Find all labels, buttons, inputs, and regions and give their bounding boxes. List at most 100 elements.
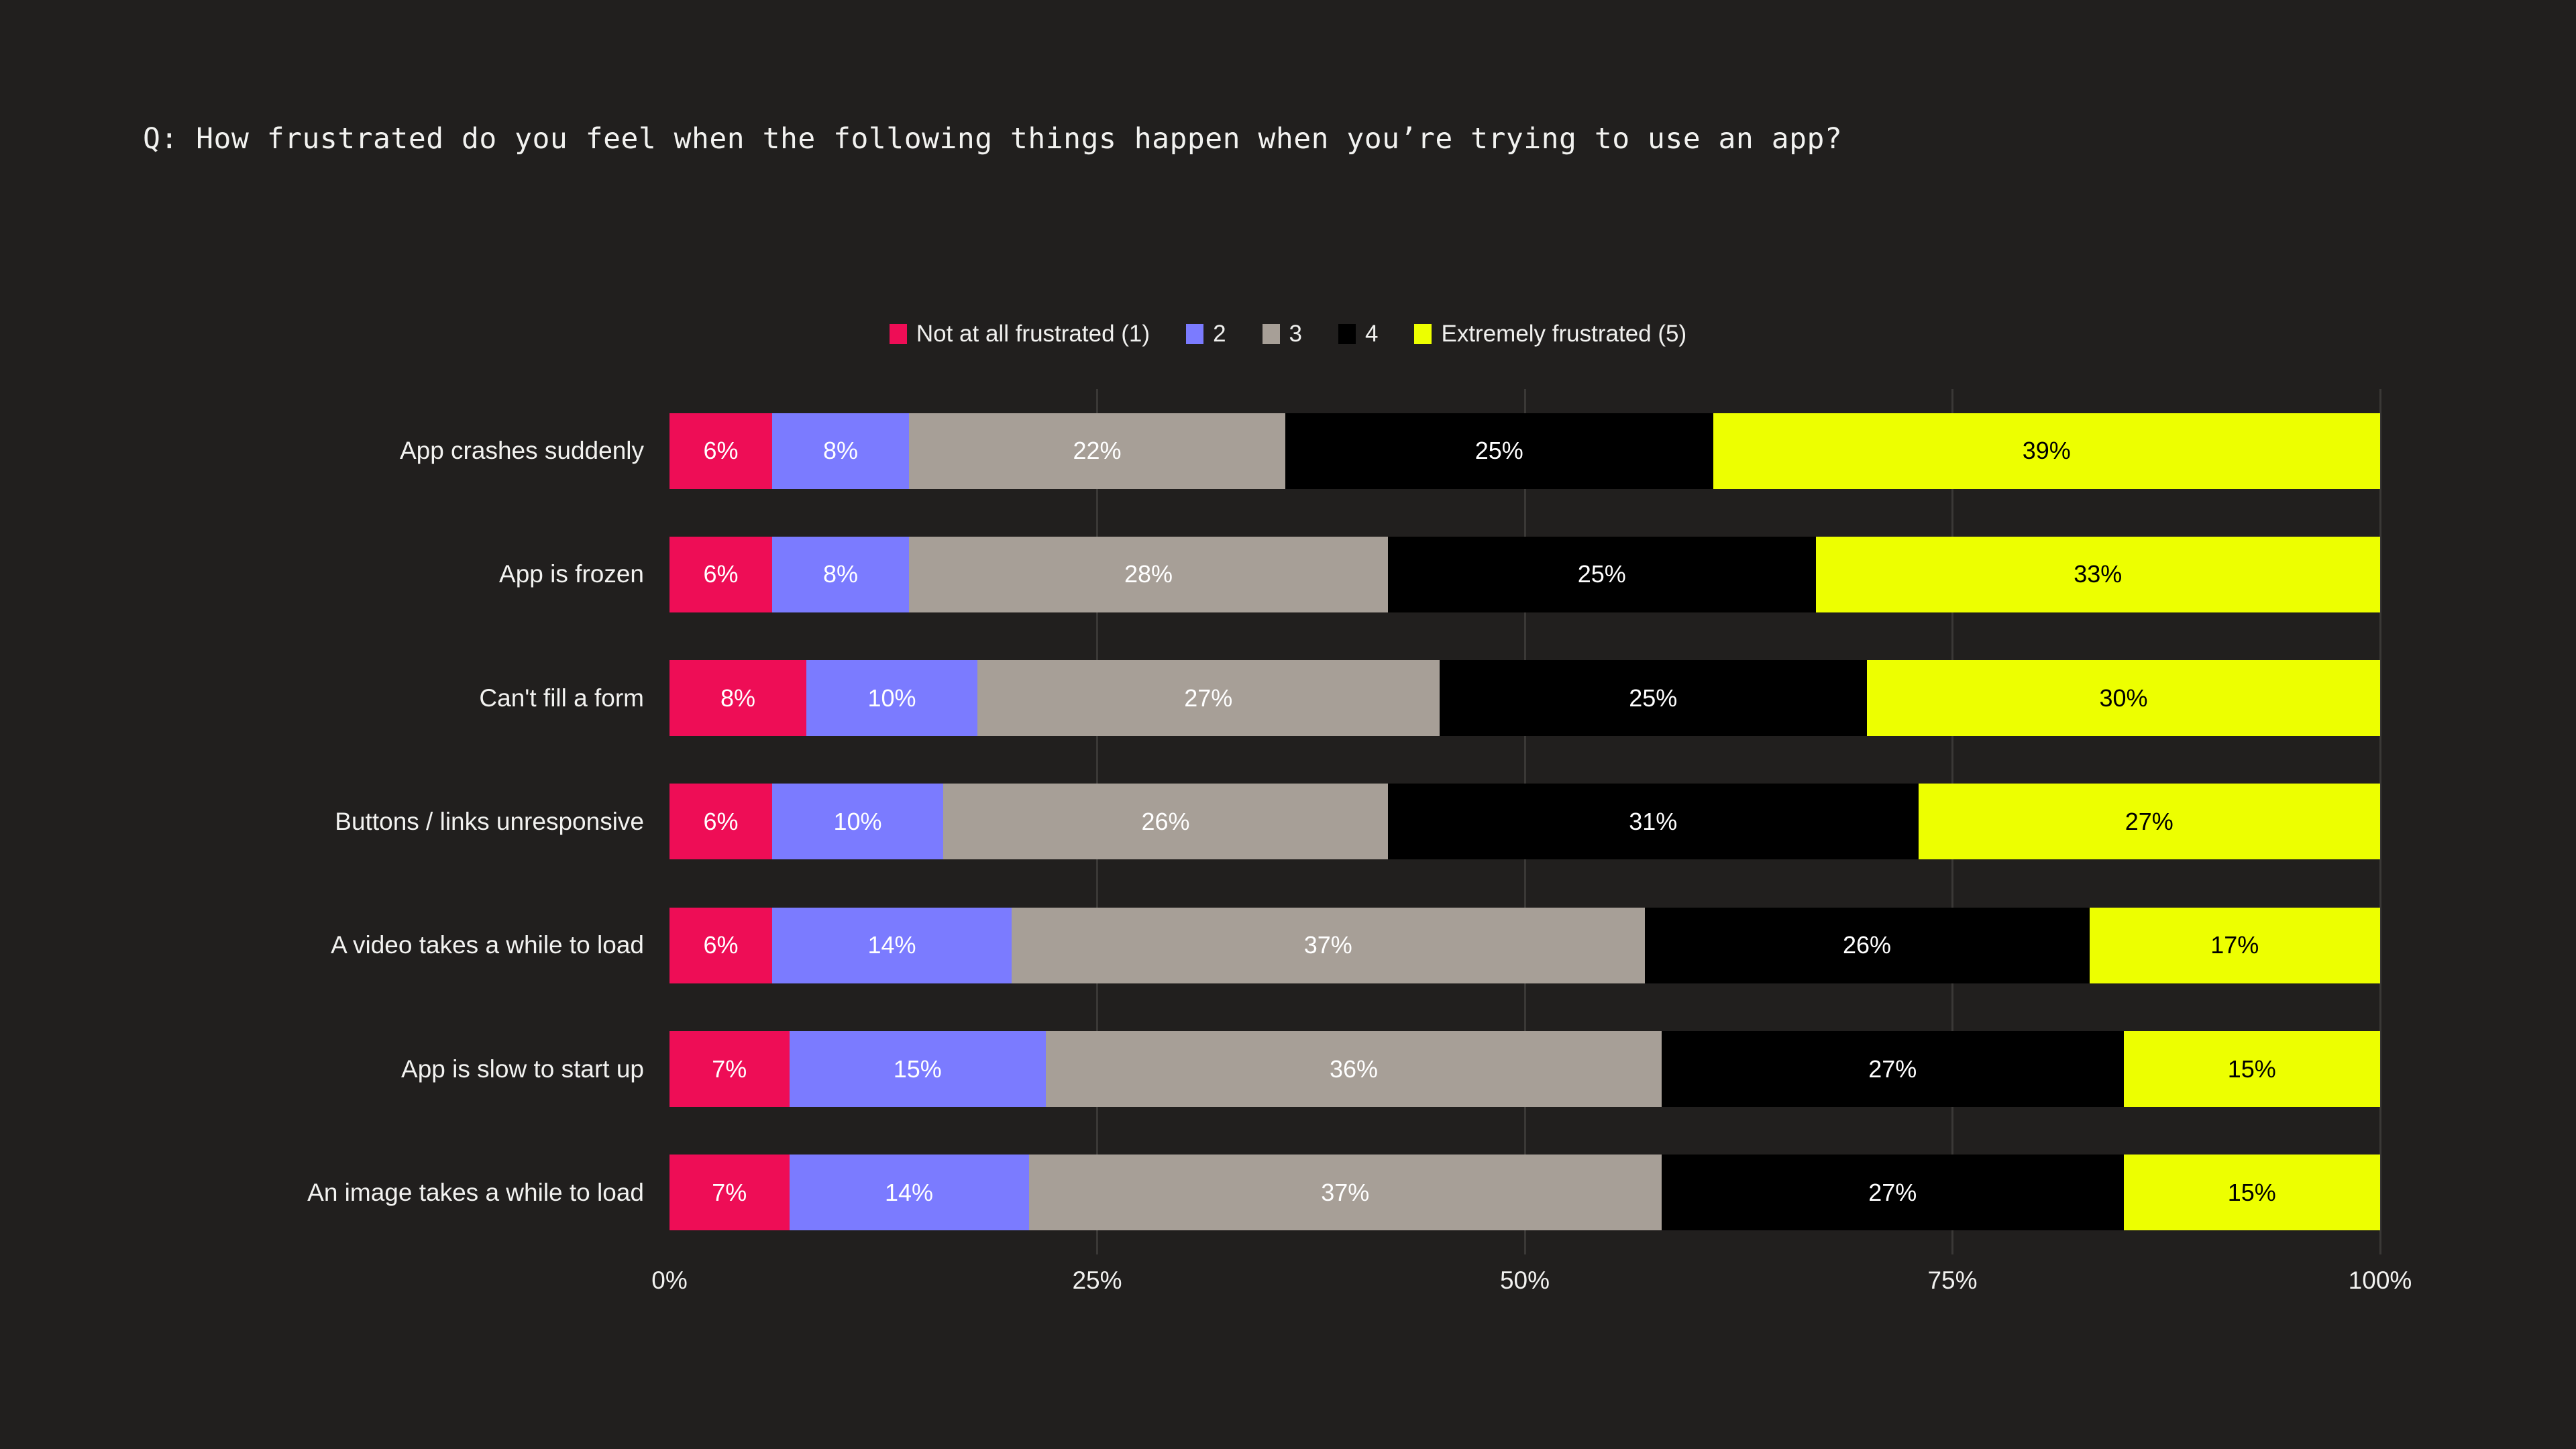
stacked-bar: 6% 8% 28% 25% 33% <box>669 536 2380 612</box>
bar-segment-label: 8% <box>822 437 859 465</box>
legend-item[interactable]: 4 <box>1338 322 1378 345</box>
bar-segment-label: 15% <box>2227 1178 2276 1206</box>
bar-segment-label: 10% <box>867 684 916 712</box>
chart-row: An image takes a while to load 7% 14% 37% 27… <box>307 1131 2380 1254</box>
bar-segment-label: 14% <box>884 1178 934 1206</box>
bar-segment-label: 31% <box>1629 807 1678 835</box>
bar-segment[interactable]: 6% <box>669 907 772 983</box>
bar-segment[interactable]: 33% <box>1815 536 2380 612</box>
bar-segment-label: 8% <box>822 560 859 588</box>
row-label: A video takes a while to load <box>331 931 644 959</box>
bar-segment-label: 22% <box>1073 437 1122 465</box>
bar-segment-label: 30% <box>2099 684 2148 712</box>
row-label: Buttons / links unresponsive <box>335 807 644 835</box>
legend-swatch-icon <box>1262 323 1280 344</box>
bar-segment[interactable]: 7% <box>669 1031 790 1108</box>
bar-segment[interactable]: 27% <box>1918 784 2380 860</box>
bar-segment-label: 37% <box>1321 1178 1370 1206</box>
bar-segment[interactable]: 15% <box>789 1031 1046 1108</box>
bar-segment-label: 25% <box>1577 560 1626 588</box>
bar-segment[interactable]: 8% <box>669 660 806 737</box>
bar-segment-label: 27% <box>1868 1055 1917 1083</box>
bar-segment-label: 6% <box>703 931 739 959</box>
bar-segment[interactable]: 26% <box>943 784 1388 860</box>
bar-segment-label: 27% <box>1868 1178 1917 1206</box>
bar-segment-label: 17% <box>2210 931 2259 959</box>
bar-segment[interactable]: 14% <box>772 907 1012 983</box>
bar-segment-label: 33% <box>2074 560 2123 588</box>
bar-segment-label: 25% <box>1474 437 1523 465</box>
legend-swatch-icon <box>889 323 907 344</box>
bar-segment[interactable]: 37% <box>1028 1155 1662 1231</box>
stacked-bar: 6% 8% 22% 25% 39% <box>669 413 2380 489</box>
bar-segment[interactable]: 6% <box>669 536 772 612</box>
legend-item-label: 3 <box>1289 321 1302 347</box>
bar-segment-label: 15% <box>2227 1055 2276 1083</box>
x-axis-tick-label: 25% <box>1072 1267 1122 1294</box>
bar-segment[interactable]: 7% <box>669 1155 790 1231</box>
x-axis: 0% 25% 50% 75% 100% <box>651 1267 2412 1307</box>
row-label: An image takes a while to load <box>307 1178 644 1206</box>
bar-segment-label: 7% <box>712 1178 747 1206</box>
chart-legend: Not at all frustrated (1) 2 3 4 Extremely fr… <box>0 322 2576 345</box>
bar-segment-label: 26% <box>1842 931 1892 959</box>
stacked-bar: 6% 10% 26% 31% 27% <box>669 784 2380 860</box>
stacked-bar: 8% 10% 27% 25% 30% <box>669 660 2380 737</box>
bar-segment[interactable]: 17% <box>2089 907 2380 983</box>
chart-row: A video takes a while to load 6% 14% 37% 26%… <box>331 883 2380 1007</box>
bar-segment-label: 26% <box>1141 807 1190 835</box>
stacked-bar: 6% 14% 37% 26% 17% <box>669 907 2380 983</box>
bar-segment-label: 25% <box>1629 684 1678 712</box>
bar-segment[interactable]: 8% <box>772 413 909 489</box>
bar-segment[interactable]: 8% <box>772 536 909 612</box>
bar-segment[interactable]: 22% <box>909 413 1285 489</box>
bar-segment-label: 15% <box>893 1055 942 1083</box>
row-label: App is frozen <box>499 560 644 588</box>
stacked-bar-chart: App crashes suddenly 6% 8% 22% 25% 39% App is … <box>307 389 2381 1254</box>
bar-segment-label: 10% <box>833 807 882 835</box>
bar-segment-label: 6% <box>703 807 739 835</box>
legend-item[interactable]: 2 <box>1186 322 1226 345</box>
bar-segment-label: 28% <box>1124 560 1173 588</box>
bar-segment[interactable]: 30% <box>1867 660 2380 737</box>
bar-segment[interactable]: 6% <box>669 413 772 489</box>
bar-segment[interactable]: 26% <box>1644 907 2090 983</box>
bar-segment-label: 39% <box>2022 437 2071 465</box>
bar-segment[interactable]: 25% <box>1285 413 1713 489</box>
bar-segment[interactable]: 10% <box>772 784 943 860</box>
x-axis-tick-label: 100% <box>2348 1267 2412 1294</box>
legend-item[interactable]: 3 <box>1262 321 1302 347</box>
x-axis-tick-label: 75% <box>1927 1267 1978 1294</box>
bar-segment[interactable]: 39% <box>1713 413 2380 489</box>
bar-segment[interactable]: 31% <box>1388 784 1919 860</box>
legend-swatch-icon <box>1186 323 1204 344</box>
row-label: App is slow to start up <box>401 1055 644 1083</box>
row-label: App crashes suddenly <box>399 437 644 465</box>
chart-rows: App crashes suddenly 6% 8% 22% 25% 39% App is … <box>307 389 2380 1254</box>
bar-segment[interactable]: 25% <box>1439 660 1867 737</box>
bar-segment[interactable]: 6% <box>669 784 772 860</box>
bar-segment-label: 14% <box>867 931 916 959</box>
row-label: Can't fill a form <box>479 684 644 712</box>
chart-row: Buttons / links unresponsive 6% 10% 26% 31% 2… <box>335 760 2380 883</box>
x-axis-tick-label: 50% <box>1499 1267 1550 1294</box>
bar-segment[interactable]: 28% <box>909 536 1388 612</box>
page-title: Q: How frustrated do you feel when the f… <box>143 122 1843 156</box>
bar-segment[interactable]: 15% <box>2123 1155 2380 1231</box>
bar-segment[interactable]: 27% <box>977 660 1440 737</box>
stacked-bar: 7% 15% 36% 27% 15% <box>669 1031 2380 1108</box>
chart-row: App crashes suddenly 6% 8% 22% 25% 39% <box>400 389 2380 513</box>
legend-swatch-icon <box>1338 323 1356 344</box>
bar-segment[interactable]: 14% <box>789 1155 1029 1231</box>
bar-segment[interactable]: 36% <box>1046 1031 1662 1108</box>
bar-segment[interactable]: 25% <box>1388 536 1816 612</box>
legend-item[interactable]: Not at all frustrated (1) <box>889 322 1150 345</box>
bar-segment-label: 8% <box>720 684 756 712</box>
legend-item[interactable]: Extremely frustrated (5) <box>1414 322 1686 345</box>
bar-segment[interactable]: 27% <box>1662 1155 2124 1231</box>
bar-segment[interactable]: 27% <box>1662 1031 2124 1108</box>
bar-segment[interactable]: 37% <box>1012 907 1645 983</box>
bar-segment[interactable]: 10% <box>806 660 977 737</box>
bar-segment[interactable]: 15% <box>2123 1031 2380 1108</box>
chart-row: App is slow to start up 7% 15% 36% 27% 15% <box>401 1007 2380 1130</box>
